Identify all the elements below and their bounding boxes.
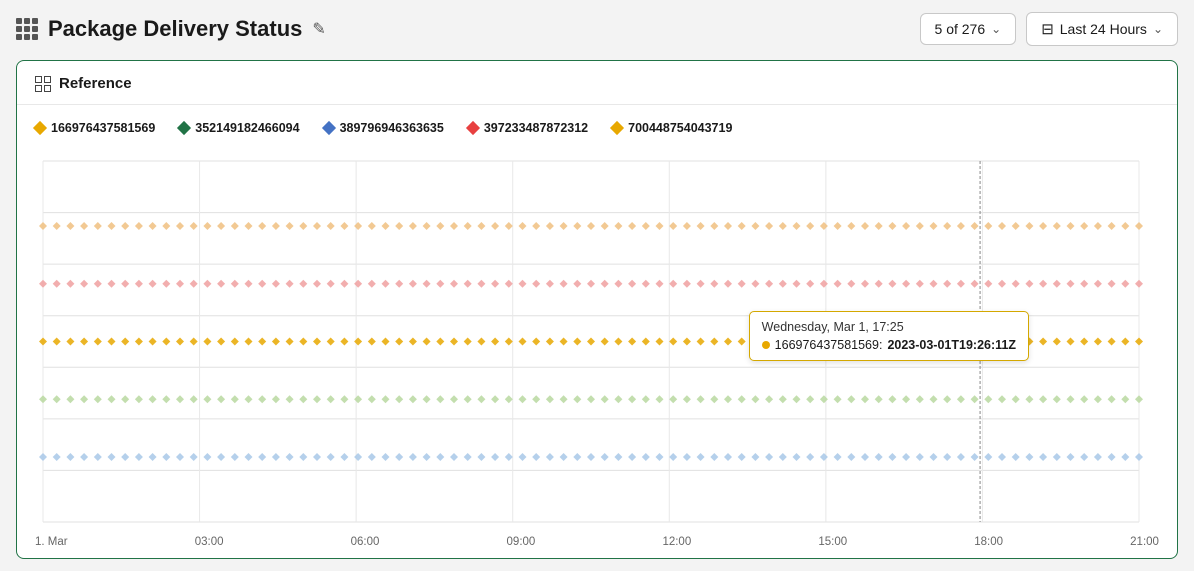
header: Package Delivery Status ✎ 5 of 276 ⌄ ⊟ L… (16, 12, 1178, 46)
x-axis-label: 12:00 (662, 536, 691, 548)
legend-dot (610, 121, 624, 135)
time-range-button[interactable]: ⊟ Last 24 Hours ⌄ (1026, 12, 1178, 46)
x-axis-label: 15:00 (818, 536, 847, 548)
card-title: Reference (59, 75, 132, 92)
page-title: Package Delivery Status (48, 16, 302, 42)
time-range-label: Last 24 Hours (1060, 21, 1147, 37)
legend-dot (177, 121, 191, 135)
chart-svg (35, 151, 1159, 532)
legend-item: 166976437581569 (35, 121, 155, 135)
chart-body: Wednesday, Mar 1, 17:25 166976437581569:… (35, 151, 1159, 548)
chart-svg-container: Wednesday, Mar 1, 17:25 166976437581569:… (35, 151, 1159, 532)
legend-item: 389796946363635 (324, 121, 444, 135)
chart-area: 166976437581569 352149182466094 38979694… (17, 105, 1177, 558)
time-range-chevron: ⌄ (1153, 22, 1163, 36)
grid-icon (16, 18, 38, 40)
pagination-button[interactable]: 5 of 276 ⌄ (920, 13, 1017, 45)
x-axis-label: 03:00 (195, 536, 224, 548)
legend-label: 389796946363635 (340, 121, 444, 135)
x-axis-label: 09:00 (507, 536, 536, 548)
legend-label: 166976437581569 (51, 121, 155, 135)
table-icon (35, 76, 51, 92)
legend-item: 397233487872312 (468, 121, 588, 135)
legend-label: 352149182466094 (195, 121, 299, 135)
legend-item: 700448754043719 (612, 121, 732, 135)
legend-label: 397233487872312 (484, 121, 588, 135)
pagination-chevron: ⌄ (991, 22, 1001, 36)
legend-dot (321, 121, 335, 135)
legend-dot (466, 121, 480, 135)
x-axis-label: 18:00 (974, 536, 1003, 548)
legend-label: 700448754043719 (628, 121, 732, 135)
time-range-icon: ⊟ (1041, 20, 1054, 38)
x-axis-label: 06:00 (351, 536, 380, 548)
x-axis-label: 1. Mar (35, 536, 68, 548)
header-left: Package Delivery Status ✎ (16, 16, 326, 42)
card-header: Reference (17, 61, 1177, 105)
legend-dot (33, 121, 47, 135)
legend: 166976437581569 352149182466094 38979694… (35, 121, 1159, 135)
header-right: 5 of 276 ⌄ ⊟ Last 24 Hours ⌄ (920, 12, 1178, 46)
edit-icon[interactable]: ✎ (312, 19, 325, 39)
legend-item: 352149182466094 (179, 121, 299, 135)
x-axis-label: 21:00 (1130, 536, 1159, 548)
x-axis: 1. Mar 03:00 06:00 09:00 12:00 15:00 18:00 21:0… (35, 532, 1159, 548)
app-container: Package Delivery Status ✎ 5 of 276 ⌄ ⊟ L… (0, 0, 1194, 571)
card: Reference 166976437581569 35214918246609… (16, 60, 1178, 559)
pagination-label: 5 of 276 (935, 21, 986, 37)
